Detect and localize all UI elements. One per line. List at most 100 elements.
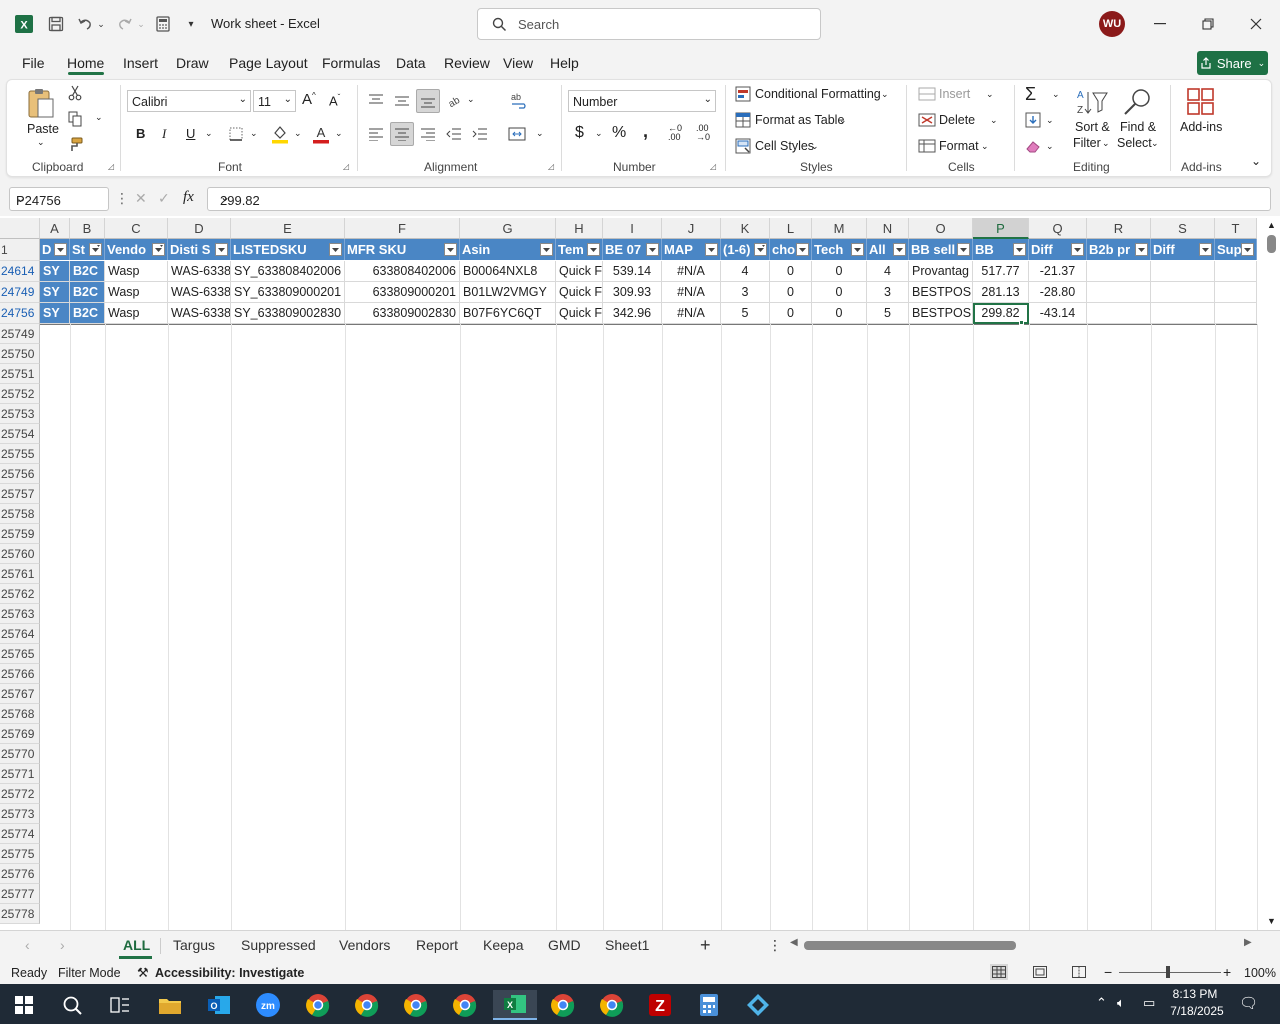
sheet-tab[interactable]: GMD: [548, 937, 581, 953]
table-cell[interactable]: 0: [770, 282, 812, 303]
column-header[interactable]: R: [1087, 218, 1151, 239]
row-header[interactable]: 25770: [0, 744, 40, 764]
share-button[interactable]: Share ⌄: [1197, 51, 1268, 75]
table-header-cell[interactable]: (1-6): [721, 239, 770, 260]
comma-style-icon[interactable]: ,: [643, 121, 648, 142]
scroll-up-icon[interactable]: ▲: [1267, 220, 1276, 230]
conditional-formatting-button[interactable]: Conditional Formatting: [755, 87, 881, 101]
row-header[interactable]: 25775: [0, 844, 40, 864]
sort-filter-icon[interactable]: AZ: [1074, 86, 1110, 118]
chrome-profile-icon[interactable]: [548, 990, 578, 1020]
sheet-tab[interactable]: Suppressed: [241, 937, 316, 953]
table-header-cell[interactable]: Disti S: [168, 239, 231, 260]
filter-dropdown-icon[interactable]: [329, 243, 342, 256]
filter-dropdown-icon[interactable]: [540, 243, 553, 256]
page-break-view-icon[interactable]: [1070, 964, 1088, 980]
filter-dropdown-icon[interactable]: [152, 243, 165, 256]
row-header[interactable]: 25778: [0, 904, 40, 924]
filter-dropdown-icon[interactable]: [851, 243, 864, 256]
sort-filter-label-2[interactable]: Filter: [1073, 136, 1101, 150]
sheet-tab[interactable]: Sheet1: [605, 937, 649, 953]
filter-dropdown-icon[interactable]: [444, 243, 457, 256]
filter-dropdown-icon[interactable]: [957, 243, 970, 256]
delete-cells-icon[interactable]: [918, 112, 936, 128]
name-box[interactable]: P24756 ⌄: [9, 187, 109, 211]
row-header[interactable]: 25755: [0, 444, 40, 464]
row-header[interactable]: 24756: [0, 303, 40, 324]
filter-dropdown-icon[interactable]: [89, 243, 102, 256]
table-header-cell[interactable]: cho: [770, 239, 812, 260]
table-cell[interactable]: [1151, 261, 1215, 282]
format-painter-icon[interactable]: [66, 136, 84, 154]
row-header[interactable]: 25753: [0, 404, 40, 424]
table-cell[interactable]: 281.13: [973, 282, 1029, 303]
find-select-label-2[interactable]: Select: [1117, 136, 1152, 150]
number-format-select[interactable]: Number ⌄: [568, 90, 716, 112]
table-cell[interactable]: 3: [867, 282, 909, 303]
zoom-out-icon[interactable]: −: [1104, 964, 1112, 980]
orientation-dropdown-icon[interactable]: ⌄: [467, 94, 475, 105]
row-header[interactable]: 25760: [0, 544, 40, 564]
row-header[interactable]: 25758: [0, 504, 40, 524]
chrome-profile-icon[interactable]: [450, 990, 480, 1020]
table-cell[interactable]: [1151, 303, 1215, 324]
find-select-icon[interactable]: [1120, 86, 1154, 118]
table-cell[interactable]: [1087, 282, 1151, 303]
notifications-icon[interactable]: 🗨︎: [1239, 994, 1258, 1012]
bold-icon[interactable]: B: [136, 126, 145, 141]
search-input[interactable]: Search: [477, 8, 821, 40]
fill-icon[interactable]: [1023, 111, 1043, 129]
table-header-cell[interactable]: B2b pr: [1087, 239, 1151, 260]
scroll-left-icon[interactable]: ◀: [790, 937, 798, 948]
table-header-cell[interactable]: LISTEDSKU: [231, 239, 345, 260]
align-bottom-icon[interactable]: [416, 89, 440, 113]
format-as-table-icon[interactable]: [735, 112, 751, 128]
scroll-right-icon[interactable]: ▶: [1244, 937, 1252, 948]
chevron-down-icon[interactable]: ⌄: [990, 115, 998, 126]
row-header[interactable]: 25757: [0, 484, 40, 504]
undo-icon[interactable]: [74, 12, 96, 36]
customize-qat-icon[interactable]: ▾: [184, 12, 198, 36]
filter-dropdown-icon[interactable]: [1071, 243, 1084, 256]
table-cell[interactable]: 342.96: [603, 303, 662, 324]
increase-indent-icon[interactable]: [470, 124, 490, 144]
font-launcher-icon[interactable]: ◿: [343, 162, 349, 171]
wrap-text-icon[interactable]: ab: [508, 90, 530, 112]
zoom-in-icon[interactable]: +: [1223, 964, 1231, 980]
page-layout-view-icon[interactable]: [1031, 964, 1049, 980]
table-cell[interactable]: Quick F: [556, 282, 603, 303]
sheet-tab[interactable]: Keepa: [483, 937, 523, 953]
chevron-down-icon[interactable]: ⌄: [1102, 138, 1110, 149]
table-cell[interactable]: 539.14: [603, 261, 662, 282]
row-header[interactable]: 25777: [0, 884, 40, 904]
row-header[interactable]: 25774: [0, 824, 40, 844]
table-cell[interactable]: Wasp: [105, 303, 168, 324]
chrome-profile-icon[interactable]: [597, 990, 627, 1020]
increase-font-icon[interactable]: A^: [302, 91, 316, 108]
chevron-down-icon[interactable]: ⌄: [839, 115, 847, 126]
table-header-cell[interactable]: BB: [973, 239, 1029, 260]
table-cell[interactable]: 0: [812, 282, 867, 303]
sheet-tab[interactable]: Targus: [173, 937, 215, 953]
column-header[interactable]: I: [603, 218, 662, 239]
table-header-cell[interactable]: Tech: [812, 239, 867, 260]
menu-view[interactable]: View: [503, 55, 533, 71]
table-cell[interactable]: 4: [721, 261, 770, 282]
row-header[interactable]: 25759: [0, 524, 40, 544]
confirm-entry-icon[interactable]: ✓: [158, 190, 170, 207]
format-as-table-button[interactable]: Format as Table: [755, 113, 844, 127]
decrease-font-icon[interactable]: Aˇ: [329, 93, 340, 108]
increase-decimal-icon[interactable]: ←0.00: [668, 124, 682, 142]
column-header[interactable]: A: [40, 218, 70, 239]
row-header[interactable]: 25763: [0, 604, 40, 624]
fill-dropdown-icon[interactable]: ⌄: [1046, 115, 1054, 126]
menu-formulas[interactable]: Formulas: [322, 55, 380, 71]
percent-icon[interactable]: %: [612, 124, 626, 142]
volume-muted-icon[interactable]: 🔈︎: [1117, 995, 1125, 1011]
table-cell[interactable]: -43.14: [1029, 303, 1087, 324]
redo-dropdown-icon[interactable]: ⌄: [136, 12, 146, 36]
row-header[interactable]: 25773: [0, 804, 40, 824]
table-cell[interactable]: 0: [770, 303, 812, 324]
table-cell[interactable]: 0: [770, 261, 812, 282]
table-header-cell[interactable]: BE 07: [603, 239, 662, 260]
